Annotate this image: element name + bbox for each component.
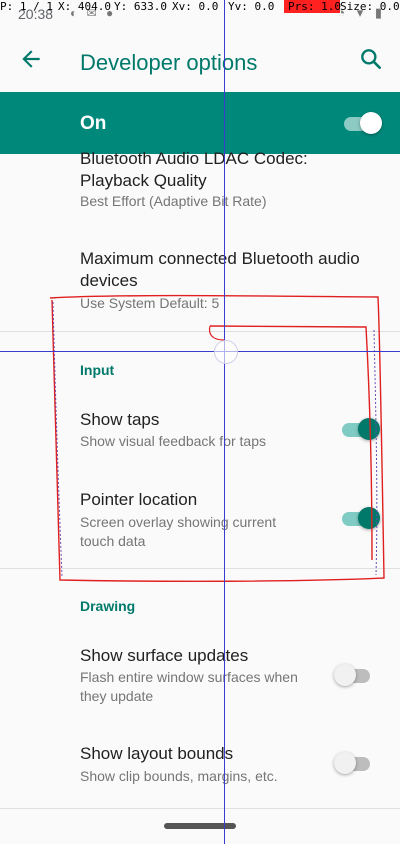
show-taps-subtitle: Show visual feedback for taps: [80, 433, 266, 449]
back-arrow-icon[interactable]: [18, 46, 44, 72]
show-taps-toggle[interactable]: [340, 417, 380, 441]
debug-xv: Xv: 0.0: [172, 0, 219, 13]
pointer-location-toggle[interactable]: [340, 506, 380, 530]
layout-bounds-toggle[interactable]: [334, 751, 374, 775]
debug-yv: Yv: 0.0: [228, 0, 275, 13]
divider: [0, 808, 400, 809]
pointer-location-subtitle: Screen overlay showing current touch dat…: [80, 514, 277, 549]
surface-updates-subtitle: Flash entire window surfaces when they u…: [80, 669, 298, 704]
touch-point-indicator: [214, 340, 238, 364]
layout-bounds-subtitle: Show clip bounds, margins, etc.: [80, 768, 278, 784]
ldac-title: Bluetooth Audio LDAC Codec: Playback Qua…: [80, 149, 308, 190]
master-switch-label: On: [80, 113, 107, 134]
pointer-crosshair-vertical: [224, 0, 225, 844]
debug-pointer-count: P: 1 / 1: [0, 0, 53, 13]
pointer-crosshair-horizontal: [0, 351, 400, 352]
max-bt-subtitle: Use System Default: 5: [80, 295, 220, 311]
debug-y: Y: 633.0: [114, 0, 167, 13]
master-toggle[interactable]: [342, 111, 382, 135]
divider: [0, 331, 400, 332]
divider: [0, 568, 400, 569]
category-drawing: Drawing: [80, 598, 136, 614]
gesture-nav-handle[interactable]: [164, 823, 236, 829]
ldac-subtitle: Best Effort (Adaptive Bit Rate): [80, 193, 267, 209]
pointer-debug-bar: P: 1 / 1 X: 404.0 Y: 633.0 Xv: 0.0 Yv: 0…: [0, 0, 400, 13]
max-bt-title: Maximum connected Bluetooth audio device…: [80, 249, 360, 290]
master-switch-bar[interactable]: On: [0, 92, 400, 154]
search-icon[interactable]: [358, 46, 384, 72]
surface-updates-toggle[interactable]: [334, 663, 374, 687]
debug-x: X: 404.0: [58, 0, 111, 13]
show-taps-title: Show taps: [80, 410, 160, 429]
debug-size: Size: 0.0: [340, 0, 400, 13]
category-input: Input: [80, 362, 115, 378]
app-bar: Developer options: [0, 24, 400, 92]
page-title: Developer options: [80, 50, 258, 75]
pointer-location-title: Pointer location: [80, 490, 198, 509]
debug-pressure: Prs: 1.0: [284, 0, 341, 13]
